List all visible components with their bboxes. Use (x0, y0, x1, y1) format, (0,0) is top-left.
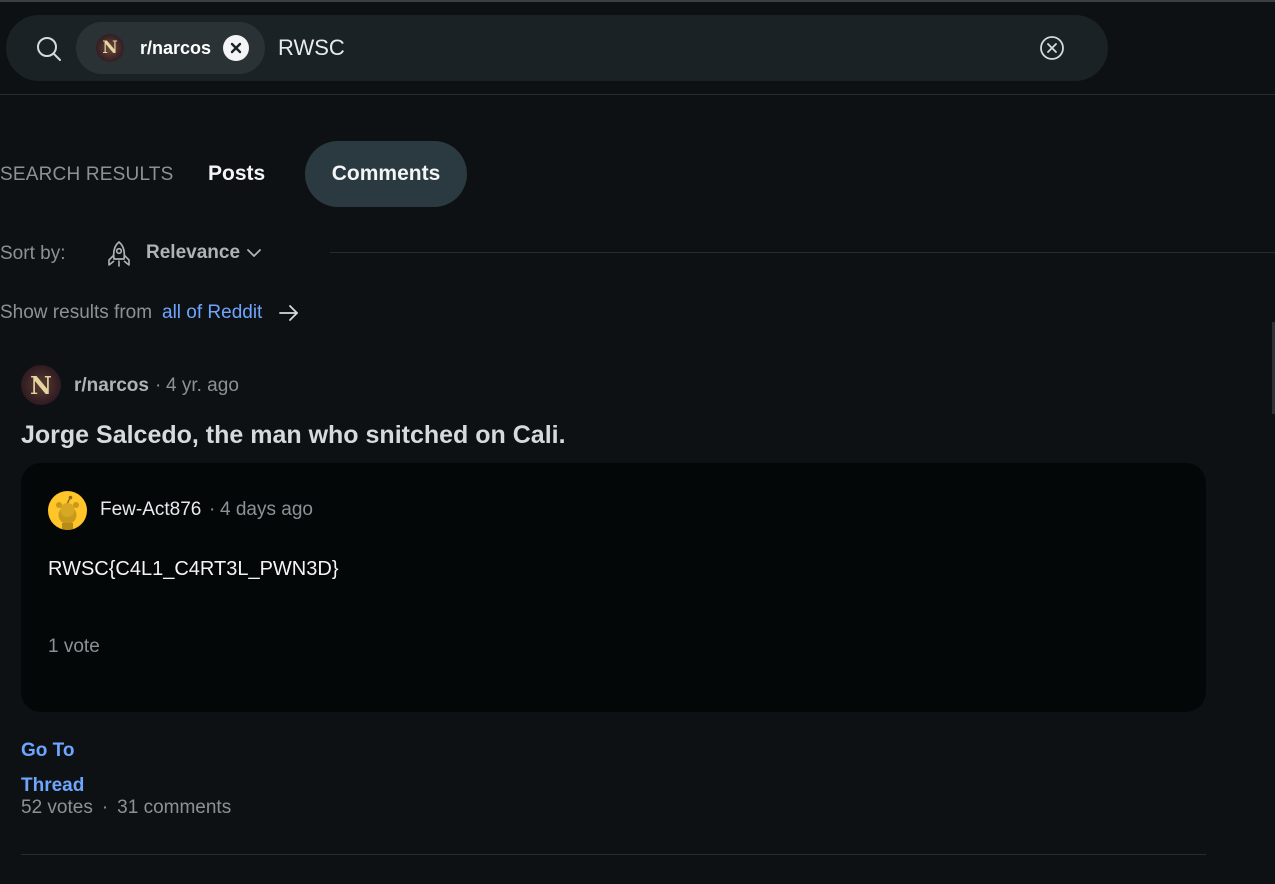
clear-search-icon[interactable] (1039, 35, 1065, 61)
close-icon (230, 42, 242, 54)
subreddit-avatar: N (96, 34, 124, 62)
community-chip-label: r/narcos (140, 37, 212, 58)
result-divider (21, 854, 1206, 855)
sort-divider (330, 252, 1275, 253)
tab-posts[interactable]: Posts (208, 162, 265, 186)
chevron-down-icon[interactable] (246, 246, 262, 260)
sort-dropdown[interactable]: Relevance (146, 242, 240, 264)
tab-comments[interactable]: Comments (305, 141, 467, 207)
comment-card[interactable]: Few-Act876 · 4 days ago RWSC{C4L1_C4RT3L… (21, 463, 1206, 712)
community-filter-chip[interactable]: N r/narcos (76, 22, 265, 74)
comment-age: 4 days ago (220, 499, 313, 520)
post-votes: 52 votes (21, 797, 93, 818)
rocket-icon[interactable] (106, 240, 132, 268)
stats-separator: · (101, 797, 109, 818)
sort-label: Sort by: (0, 243, 66, 264)
search-input[interactable]: RWSC (278, 35, 345, 61)
comment-username[interactable]: Few-Act876 (100, 499, 201, 521)
comment-body: RWSC{C4L1_C4RT3L_PWN3D} (48, 558, 339, 580)
go-to-thread-link[interactable]: Go To Thread (21, 733, 101, 803)
remove-chip-button[interactable] (223, 35, 250, 61)
search-results-heading: SEARCH RESULTS (0, 164, 174, 185)
post-title-link[interactable]: Jorge Salcedo, the man who snitched on C… (21, 421, 566, 450)
post-age: 4 yr. ago (166, 375, 239, 396)
meta-separator: · (209, 499, 216, 520)
post-stats: 52 votes · 31 comments (21, 797, 231, 819)
all-of-reddit-link[interactable]: all of Reddit (162, 302, 262, 324)
header-divider (0, 94, 1275, 95)
post-comments-count: 31 comments (117, 797, 232, 818)
subreddit-avatar[interactable]: N (21, 365, 61, 405)
go-to-thread-line1: Go To (21, 740, 75, 761)
search-icon[interactable] (35, 35, 63, 63)
subreddit-link[interactable]: r/narcos (74, 375, 149, 397)
comment-votes: 1 vote (48, 636, 100, 657)
meta-separator: · (155, 375, 162, 396)
scope-label: Show results from (0, 302, 153, 323)
user-avatar[interactable] (48, 491, 87, 530)
search-bar[interactable]: N r/narcos RWSC (6, 15, 1108, 81)
arrow-right-icon[interactable] (278, 303, 300, 323)
snoo-avatar-icon (56, 495, 79, 530)
window-top-border (0, 0, 1275, 2)
